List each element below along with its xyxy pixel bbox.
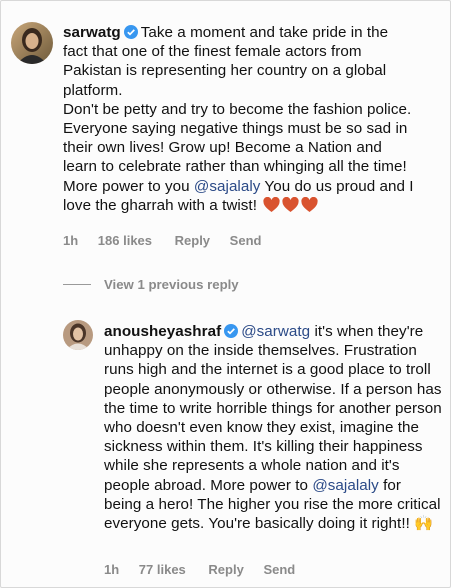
username-anousheyashraf[interactable]: anousheyashraf: [104, 323, 221, 340]
avatar-anousheyashraf[interactable]: [63, 320, 93, 350]
heart-emoji-icon: [301, 196, 318, 218]
comment-2-send-button[interactable]: Send: [263, 562, 295, 577]
username-sarwatg[interactable]: sarwatg: [63, 24, 121, 41]
comment-1-paragraph-2: Don't be petty and try to become the fas…: [63, 100, 412, 176]
heart-emoji-icon: [282, 196, 299, 218]
avatar-sarwatg[interactable]: [11, 22, 53, 64]
comment-2-text-1: it's when they're unhappy on the inside …: [104, 323, 442, 494]
verified-badge-icon: [123, 25, 138, 39]
heart-emoji-icon: [263, 196, 280, 218]
comment-1-text: sarwatg Take a moment and take pride in t…: [63, 23, 415, 218]
comment-1-send-button[interactable]: Send: [230, 233, 262, 248]
verified-badge-icon: [224, 324, 239, 338]
comment-1-time: 1h: [63, 233, 79, 248]
comment-2-meta: 1h 77 likes Reply Send: [104, 562, 311, 577]
mention-sajalaly-link[interactable]: @sajalaly: [312, 477, 379, 494]
comment-1-meta: 1h 186 likes Reply Send: [63, 233, 277, 248]
comment-2-text: anousheyashraf @sarwatg it's when they're…: [104, 322, 442, 533]
view-replies-divider: [63, 284, 91, 285]
view-previous-reply-button[interactable]: View 1 previous reply: [104, 277, 239, 292]
comment-1-last-pre: More power to you: [63, 177, 194, 195]
comment-1-likes[interactable]: 186 likes: [98, 233, 152, 248]
comment-2-time: 1h: [104, 562, 120, 577]
comment-thread: sarwatg Take a moment and take pride in t…: [0, 0, 451, 588]
mention-sajalaly-link[interactable]: @sajalaly: [194, 178, 261, 195]
comment-2-reply-button[interactable]: Reply: [208, 562, 243, 577]
comment-2-likes[interactable]: 77 likes: [139, 562, 186, 577]
mention-sarwatg-link[interactable]: @sarwatg: [241, 323, 310, 340]
comment-1-reply-button[interactable]: Reply: [175, 233, 210, 248]
